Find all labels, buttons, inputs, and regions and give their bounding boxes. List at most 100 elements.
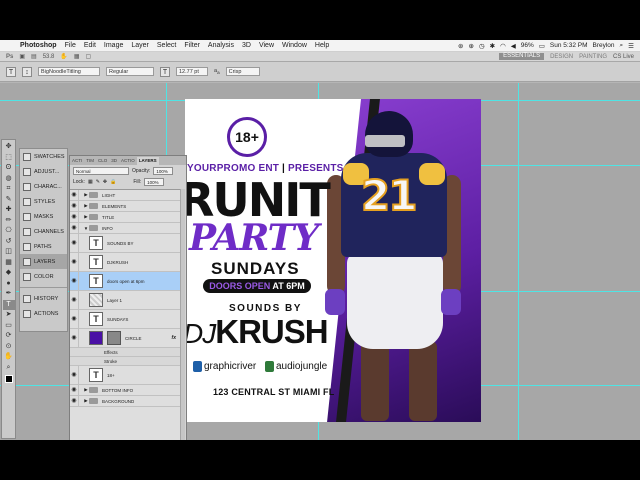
marquee-icon[interactable]: ⬚ xyxy=(3,153,15,164)
dock-channels[interactable]: CHANNELS xyxy=(20,224,67,239)
battery-icon[interactable]: ▭ xyxy=(539,42,545,50)
user-name[interactable]: Breylon xyxy=(592,42,614,49)
menu-help[interactable]: Help xyxy=(311,42,333,49)
layer-row[interactable]: ◉ T DJKRUSH xyxy=(70,253,182,272)
dock-character[interactable]: CHARAC... xyxy=(20,179,67,194)
layer-group[interactable]: ◉ ▶ BOTTOM INFO xyxy=(70,385,182,396)
foreground-color-swatch[interactable] xyxy=(4,375,13,383)
layer-row[interactable]: ◉ Tdoors open at 6pm xyxy=(70,272,182,291)
layer-effects-icon[interactable]: fx xyxy=(172,335,176,341)
move-icon[interactable]: ✥ xyxy=(3,142,15,153)
dock-layers[interactable]: LAYERS xyxy=(20,254,67,269)
time-machine-icon[interactable]: ◷ xyxy=(479,42,485,50)
font-size-select[interactable]: 12.77 pt xyxy=(176,67,208,76)
lock-pixels-icon[interactable]: ✎ xyxy=(96,179,100,185)
pen-icon[interactable]: ✒ xyxy=(3,289,15,300)
shape-icon[interactable]: ▭ xyxy=(3,321,15,332)
lasso-icon[interactable]: ʘ xyxy=(3,163,15,174)
layer-row[interactable]: ◉ T 18+ xyxy=(70,366,182,385)
layer-group[interactable]: ◉ ▶ ELEMENTS xyxy=(70,201,182,212)
workspace-essentials[interactable]: ESSENTIALS xyxy=(499,53,545,60)
visibility-eye-icon[interactable]: ◉ xyxy=(70,234,79,252)
stamp-icon[interactable]: ⎔ xyxy=(3,226,15,237)
menu-analysis[interactable]: Analysis xyxy=(204,42,238,49)
font-family-select[interactable]: BigNoodleTitling xyxy=(38,67,100,76)
blend-mode-select[interactable]: Normal xyxy=(73,166,129,175)
font-style-select[interactable]: Regular xyxy=(106,67,154,76)
menu-view[interactable]: View xyxy=(255,42,278,49)
spotlight-icon[interactable]: ⌕ xyxy=(620,42,624,50)
dock-masks[interactable]: MASKS xyxy=(20,209,67,224)
layer-row[interactable]: ◉ T SOUNDS BY xyxy=(70,234,182,253)
status-icon-1[interactable]: ⊛ xyxy=(458,42,463,50)
layer-group[interactable]: ◉ ▼ INFO xyxy=(70,223,182,234)
workspace-design[interactable]: DESIGN xyxy=(550,54,573,60)
visibility-eye-icon[interactable]: ◉ xyxy=(70,190,79,200)
battery-status[interactable]: 96% xyxy=(521,42,534,49)
visibility-eye-icon[interactable]: ◉ xyxy=(70,272,79,290)
visibility-eye-icon[interactable]: ◉ xyxy=(70,223,79,233)
menu-3d[interactable]: 3D xyxy=(238,42,255,49)
layer-effect-row[interactable]: Stroke xyxy=(70,357,182,366)
menu-layer[interactable]: Layer xyxy=(127,42,153,49)
dock-styles[interactable]: STYLES xyxy=(20,194,67,209)
3d-rotate-icon[interactable]: ⟳ xyxy=(3,331,15,342)
layer-row[interactable]: ◉ T SUNDAYS xyxy=(70,310,182,329)
visibility-eye-icon[interactable]: ◉ xyxy=(70,385,79,395)
cs-live-button[interactable]: CS Live xyxy=(613,54,640,60)
path-select-icon[interactable]: ➤ xyxy=(3,310,15,321)
tab-actions-2[interactable]: ACTIO xyxy=(119,157,137,165)
tab-timeline[interactable]: TIM xyxy=(84,157,96,165)
tab-clone[interactable]: CLO xyxy=(96,157,109,165)
layer-row[interactable]: ◉ CIRCLE fx xyxy=(70,329,182,348)
volume-icon[interactable]: ◀ xyxy=(511,42,516,50)
layer-list[interactable]: ◉ ▶ LIGHT ◉ ▶ ELEMENTS ◉ ▶ TITLE ◉ ▼ INFO ◉ T SOUNDS B… xyxy=(70,189,182,440)
dodge-icon[interactable]: ● xyxy=(3,279,15,290)
menu-filter[interactable]: Filter xyxy=(180,42,204,49)
text-orientation-icon[interactable]: ↕ xyxy=(22,66,32,77)
gradient-icon[interactable]: ▦ xyxy=(3,258,15,269)
visibility-eye-icon[interactable]: ◉ xyxy=(70,366,79,384)
quick-select-icon[interactable]: ◍ xyxy=(3,174,15,185)
tab-3d[interactable]: 3D xyxy=(109,157,119,165)
type-tool-preset-icon[interactable]: T xyxy=(6,66,16,77)
dock-swatches[interactable]: SWATCHES xyxy=(20,149,67,164)
menu-image[interactable]: Image xyxy=(100,42,127,49)
minibridge-icon[interactable]: ▤ xyxy=(31,53,37,60)
hand-icon[interactable]: ✋ xyxy=(3,352,15,363)
visibility-eye-icon[interactable]: ◉ xyxy=(70,201,79,211)
dock-adjustments[interactable]: ADJUST... xyxy=(20,164,67,179)
layer-effect-row[interactable]: Effects xyxy=(70,348,182,357)
3d-orbit-icon[interactable]: ⊙ xyxy=(3,342,15,353)
layer-group[interactable]: ◉ ▶ TITLE xyxy=(70,212,182,223)
dock-color[interactable]: COLOR xyxy=(20,269,67,284)
menu-edit[interactable]: Edit xyxy=(80,42,100,49)
visibility-eye-icon[interactable]: ◉ xyxy=(70,253,79,271)
visibility-eye-icon[interactable]: ◉ xyxy=(70,212,79,222)
app-menu[interactable]: Photoshop xyxy=(16,42,61,49)
status-icon-2[interactable]: ⊕ xyxy=(468,42,473,50)
dock-history[interactable]: HISTORY xyxy=(20,291,67,306)
lock-transparency-icon[interactable]: ▦ xyxy=(88,179,93,185)
clock[interactable]: Sun 5:32 PM xyxy=(550,42,588,49)
visibility-eye-icon[interactable]: ◉ xyxy=(70,396,79,406)
guide-vertical[interactable] xyxy=(518,83,519,440)
healing-icon[interactable]: ✚ xyxy=(3,205,15,216)
screen-mode-icon[interactable]: ▢ xyxy=(86,53,92,60)
dock-paths[interactable]: PATHS xyxy=(20,239,67,254)
eraser-icon[interactable]: ◫ xyxy=(3,247,15,258)
notifications-icon[interactable]: ☰ xyxy=(628,42,634,50)
history-brush-icon[interactable]: ↺ xyxy=(3,237,15,248)
lock-position-icon[interactable]: ✥ xyxy=(103,179,107,185)
zoom-level[interactable]: 53.8 xyxy=(43,54,55,60)
layer-group[interactable]: ◉ ▶ LIGHT xyxy=(70,190,182,201)
layers-scrollbar[interactable] xyxy=(180,189,185,440)
bluetooth-icon[interactable]: ✱ xyxy=(490,42,495,50)
arrange-docs-icon[interactable]: ▦ xyxy=(74,53,80,60)
document-canvas[interactable]: 21 18+ YOURPROMO ENT | PRESENTS RUNIT PA… xyxy=(185,99,481,422)
menu-file[interactable]: File xyxy=(61,42,80,49)
brush-icon[interactable]: ✏ xyxy=(3,216,15,227)
bridge-icon[interactable]: ▣ xyxy=(19,53,25,60)
antialias-select[interactable]: Crisp xyxy=(225,67,260,76)
blur-icon[interactable]: ◆ xyxy=(3,268,15,279)
